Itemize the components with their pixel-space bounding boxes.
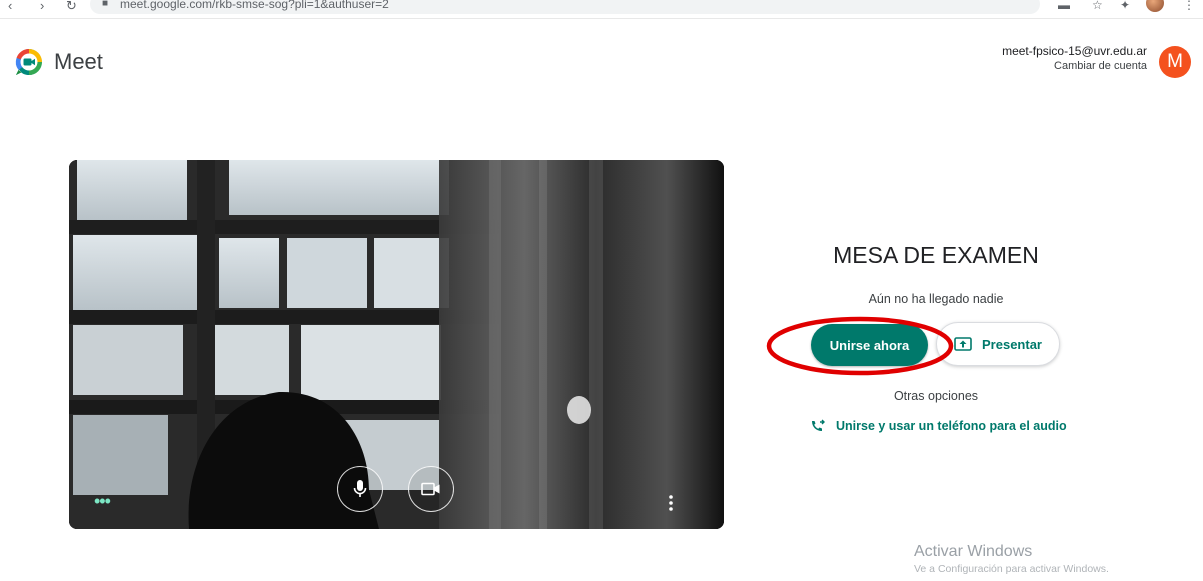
browser-menu-icon[interactable]: ⋮ — [1183, 0, 1195, 12]
puzzle-icon[interactable]: ✦ — [1120, 0, 1130, 12]
user-avatar[interactable]: M — [1159, 46, 1191, 78]
camera-button[interactable] — [408, 466, 454, 512]
video-camera-icon — [421, 482, 440, 496]
meeting-title: MESA DE EXAMEN — [833, 242, 1039, 268]
other-options-heading: Otras opciones — [893, 389, 979, 403]
back-icon[interactable]: ‹ — [8, 0, 12, 13]
forward-icon[interactable]: › — [40, 0, 44, 13]
lock-icon: ■ — [102, 0, 109, 9]
more-horiz-icon[interactable]: ••• — [94, 492, 111, 510]
watermark-subtitle: Ve a Configuración para activar Windows. — [914, 563, 1109, 575]
account-email: meet-fpsico-15@uvr.edu.ar — [1002, 44, 1147, 58]
url-text: meet.google.com/rkb-smse-sog?pli=1&authu… — [120, 0, 389, 11]
switch-account-link[interactable]: Cambiar de cuenta — [1002, 59, 1147, 74]
extension-icon[interactable]: ▬ — [1058, 0, 1070, 12]
camera-preview — [69, 160, 724, 529]
join-with-phone-link[interactable]: Unirse y usar un teléfono para el audio — [810, 419, 1067, 433]
reload-icon[interactable]: ↻ — [66, 0, 77, 14]
camera-feed-image — [69, 160, 724, 529]
join-now-button[interactable]: Unirse ahora — [811, 324, 928, 366]
phone-forward-icon — [812, 419, 825, 431]
meet-logo-icon[interactable] — [14, 47, 44, 77]
present-label: Presentar — [982, 336, 1042, 352]
join-with-phone-label: Unirse y usar un teléfono para el audio — [836, 419, 1067, 433]
star-icon[interactable]: ☆ — [1092, 0, 1103, 12]
windows-activation-watermark: Activar Windows Ve a Configuración para … — [914, 543, 1109, 575]
microphone-button[interactable] — [337, 466, 383, 512]
account-info: meet-fpsico-15@uvr.edu.ar Cambiar de cue… — [1002, 44, 1147, 74]
address-bar[interactable]: ■ meet.google.com/rkb-smse-sog?pli=1&aut… — [90, 0, 1040, 14]
browser-toolbar: ‹ › ↻ ■ meet.google.com/rkb-smse-sog?pli… — [0, 0, 1203, 19]
watermark-title: Activar Windows — [914, 543, 1033, 560]
app-name: Meet — [54, 49, 103, 74]
present-button[interactable]: Presentar — [936, 322, 1060, 366]
microphone-icon — [353, 480, 367, 497]
present-screen-icon — [954, 337, 972, 351]
more-vert-icon[interactable] — [664, 493, 678, 513]
participants-status: Aún no ha llegado nadie — [868, 292, 1004, 306]
browser-profile-avatar[interactable] — [1146, 0, 1164, 12]
